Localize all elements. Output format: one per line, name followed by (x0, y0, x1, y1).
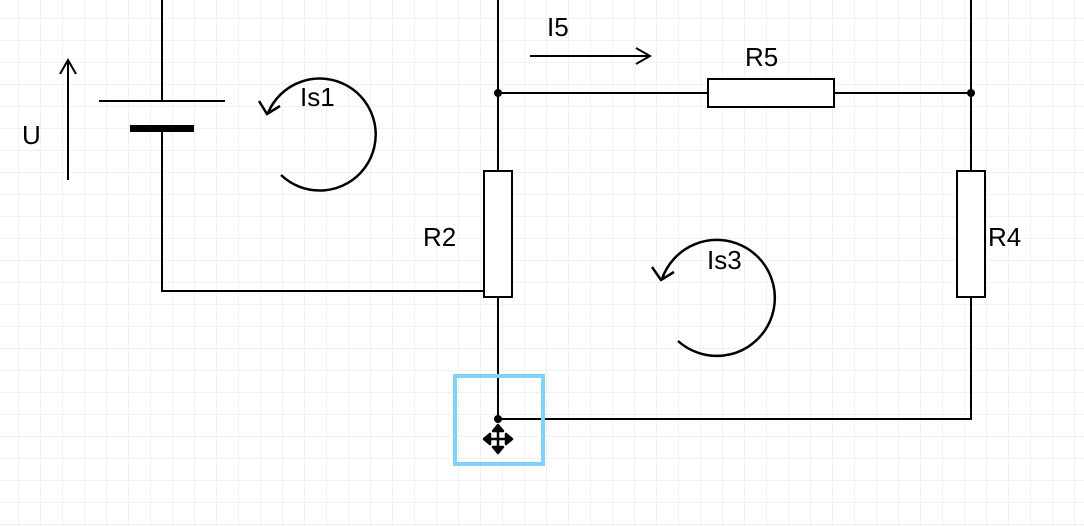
wire-top-branch-left (497, 92, 709, 94)
selection-highlight[interactable] (453, 374, 545, 466)
wire-right-upper (970, 92, 972, 172)
arrow-u (60, 60, 76, 180)
label-is1: Is1 (300, 82, 335, 113)
resistor-r5[interactable] (707, 78, 835, 108)
label-u: U (22, 120, 41, 151)
label-is3: Is3 (707, 245, 742, 276)
resistor-r2[interactable] (483, 170, 513, 298)
wire-right-top (970, 0, 972, 95)
circuit-canvas[interactable]: U Is1 Is3 I5 R5 R2 R4 (0, 0, 1084, 526)
wire-center-mid-upper (497, 92, 499, 172)
resistor-r4[interactable] (956, 170, 986, 298)
wire-right-lower (970, 296, 972, 420)
wire-bottom-left (161, 290, 499, 292)
wire-top-branch-right (833, 92, 972, 94)
wire-center-top (497, 0, 499, 95)
node-right-top (967, 89, 975, 97)
battery-bottom-plate (130, 125, 194, 132)
battery-wire-up (161, 0, 163, 100)
arrow-i5 (530, 48, 650, 64)
battery-wire-down (161, 132, 163, 290)
label-i5: I5 (547, 12, 569, 43)
label-r4: R4 (988, 222, 1021, 253)
wire-bottom-right (497, 418, 972, 420)
node-center-top (494, 89, 502, 97)
battery-top-plate (99, 100, 225, 102)
label-r2: R2 (423, 222, 456, 253)
label-r5: R5 (745, 42, 778, 73)
